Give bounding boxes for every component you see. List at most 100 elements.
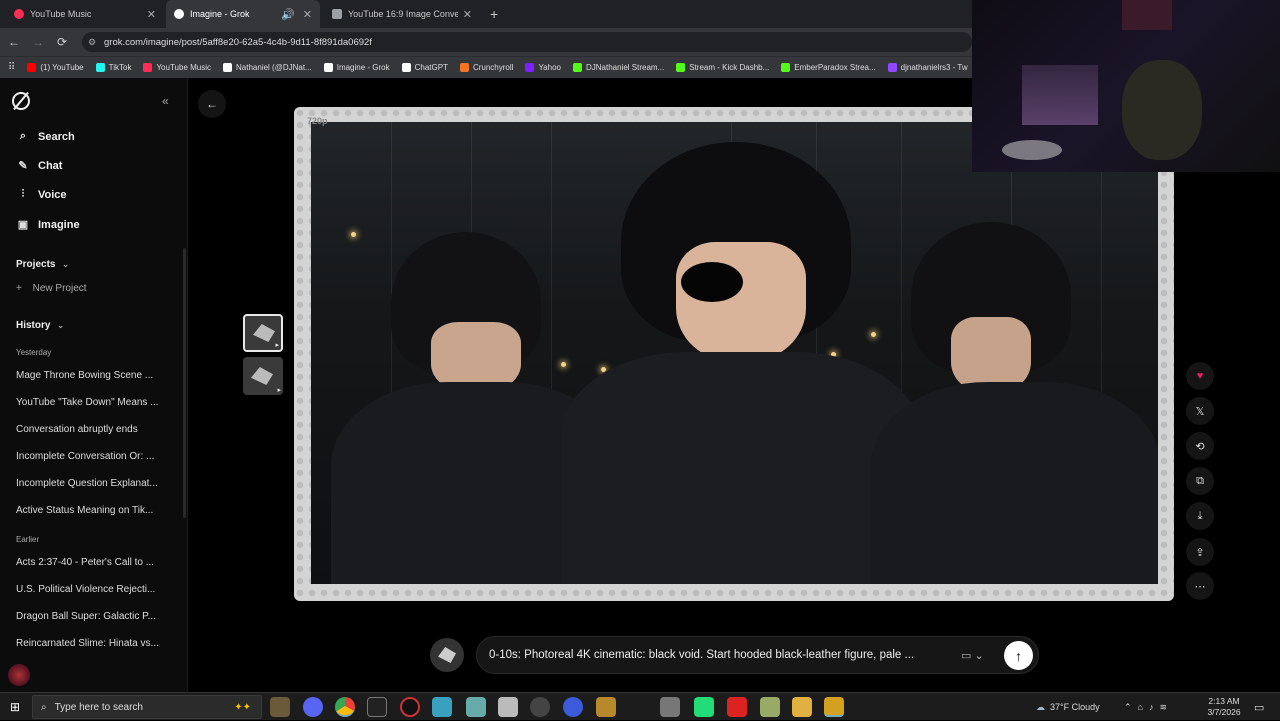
thumbnail[interactable]: ▸ xyxy=(243,357,283,395)
sidebar-item-chat[interactable]: ✎ Chat xyxy=(16,159,62,173)
bookmark-item[interactable]: YouTube Music xyxy=(143,63,211,72)
reload-icon[interactable]: ⟳ xyxy=(50,35,74,49)
amd-icon[interactable] xyxy=(727,697,747,717)
network-icon[interactable]: ⌂ xyxy=(1138,702,1149,712)
bookmark-item[interactable]: ChatGPT xyxy=(401,63,448,72)
like-icon[interactable]: ♥ xyxy=(1186,362,1214,390)
send-button[interactable]: ↑ xyxy=(1004,641,1033,670)
app-icon[interactable] xyxy=(466,697,486,717)
history-label: History xyxy=(16,320,51,331)
weather-widget[interactable]: ☁ 37°F Cloudy xyxy=(1036,693,1100,721)
back-arrow-icon[interactable]: ← xyxy=(198,90,226,118)
quality-badge: 720p xyxy=(307,116,328,126)
bookmark-item[interactable]: Crunchyroll xyxy=(459,63,513,72)
app-icon[interactable] xyxy=(432,697,452,717)
notification-icon[interactable]: ▭ xyxy=(1254,693,1264,721)
runescape-app-icon[interactable] xyxy=(270,697,290,717)
download-icon[interactable]: ⤓ xyxy=(1186,502,1214,530)
sidebar-item-imagine[interactable]: ▣ Imagine xyxy=(16,218,80,232)
history-item[interactable]: Incomplete Conversation Or: ... xyxy=(16,451,166,462)
history-item[interactable]: Reincarnated Slime: Hinata vs... xyxy=(16,638,166,649)
chevron-up-icon[interactable]: ⌃ xyxy=(1124,702,1138,713)
refresh-icon[interactable]: ⟲ xyxy=(1186,432,1214,460)
site-info-icon[interactable]: ⚙ xyxy=(88,37,96,48)
new-tab-button[interactable]: + xyxy=(482,0,502,28)
generated-image xyxy=(311,122,1158,584)
history-item[interactable]: U.S. Political Violence Rejecti... xyxy=(16,584,166,595)
collapse-sidebar-icon[interactable]: « xyxy=(162,94,169,108)
app-icon[interactable] xyxy=(824,697,844,717)
bookmark-label: YouTube Music xyxy=(156,63,212,72)
tab-youtube-music[interactable]: YouTube Music ✕ xyxy=(6,0,164,28)
app-icon[interactable] xyxy=(498,697,518,717)
obs-app-icon[interactable] xyxy=(400,697,420,717)
bookmark-item[interactable]: TikTok xyxy=(95,63,131,72)
x-app-icon[interactable] xyxy=(367,697,387,717)
close-icon[interactable]: ✕ xyxy=(147,8,156,21)
history-item[interactable]: YouTube "Take Down" Means ... xyxy=(16,397,166,408)
history-item[interactable]: Acts 2:37-40 - Peter's Call to ... xyxy=(16,557,166,568)
sidebar-item-voice[interactable]: ⫶ Voice xyxy=(16,188,67,201)
system-tray-icons[interactable]: ⌃ ⌂ ♪ ≋ xyxy=(1124,693,1173,721)
history-item[interactable]: Dragon Ball Super: Galactic P... xyxy=(16,611,166,622)
bookmark-item[interactable]: Nathaniel (@DJNat... xyxy=(223,63,312,72)
edit-image-icon[interactable]: ⧉ xyxy=(1186,467,1214,495)
bookmark-item[interactable]: (1) YouTube xyxy=(27,63,84,72)
projects-label: Projects xyxy=(16,259,56,270)
history-item[interactable]: Conversation abruptly ends xyxy=(16,424,166,435)
history-item[interactable]: Active Status Meaning on Tik... xyxy=(16,505,166,516)
video-mode-icon[interactable]: ▭ ⌄ xyxy=(961,649,984,662)
prompt-input[interactable]: 0-10s: Photoreal 4K cinematic: black voi… xyxy=(476,636,1039,674)
projects-header[interactable]: Projects ⌄ xyxy=(16,259,69,270)
discord-app-icon[interactable] xyxy=(303,697,323,717)
app-icon[interactable] xyxy=(760,697,780,717)
prompt-thumbnail[interactable] xyxy=(430,638,464,672)
bookmark-item[interactable]: Stream - Kick Dashb... xyxy=(676,63,769,72)
windows-start-icon[interactable]: ⊞ xyxy=(10,700,20,714)
bookmark-item[interactable]: Imagine - Grok xyxy=(323,63,390,72)
tab-youtube-conversion[interactable]: YouTube 16:9 Image Conversio ✕ xyxy=(324,0,480,28)
chrome-app-icon[interactable] xyxy=(335,697,355,717)
calculator-icon[interactable] xyxy=(694,697,714,717)
close-icon[interactable]: ✕ xyxy=(303,8,312,21)
app-icon[interactable] xyxy=(660,697,680,717)
bookmark-label: DJNathaniel Stream... xyxy=(585,63,665,72)
app-icon[interactable] xyxy=(563,697,583,717)
bookmark-item[interactable]: djnathanielrs3 - Tw xyxy=(887,63,968,72)
bookmark-label: ChatGPT xyxy=(414,63,448,72)
bookmark-item[interactable]: Yahoo xyxy=(525,63,561,72)
grok-logo-icon[interactable] xyxy=(12,91,30,111)
prompt-text: 0-10s: Photoreal 4K cinematic: black voi… xyxy=(489,649,915,661)
app-icon[interactable] xyxy=(596,697,616,717)
more-icon[interactable]: ⋯ xyxy=(1186,572,1214,600)
action-glyph: ♥ xyxy=(1196,370,1204,382)
avatar[interactable] xyxy=(8,664,30,686)
x-share-icon[interactable]: 𝕏 xyxy=(1186,397,1214,425)
clock[interactable]: 2:13 AM 3/7/2026 xyxy=(1202,693,1246,721)
settings-icon[interactable] xyxy=(530,697,550,717)
close-icon[interactable]: ✕ xyxy=(463,8,472,21)
tab-imagine-grok[interactable]: Imagine - Grok 🔊 ✕ xyxy=(166,0,320,28)
sidebar-scrollbar[interactable] xyxy=(183,248,186,518)
sidebar-item-search[interactable]: ⌕ Search xyxy=(16,130,75,143)
file-explorer-icon[interactable] xyxy=(792,697,812,717)
wifi-icon[interactable]: ≋ xyxy=(1159,702,1173,713)
history-item[interactable]: Mage Throne Bowing Scene ... xyxy=(16,370,166,381)
new-project-button[interactable]: + New Project xyxy=(16,283,87,294)
taskbar-search[interactable]: ⌕ Type here to search ✦✦ xyxy=(32,695,262,719)
bookmark-item[interactable]: EmberParadox Strea... xyxy=(781,63,876,72)
date-text: 3/7/2026 xyxy=(1207,707,1241,717)
history-item[interactable]: Incomplete Question Explanat... xyxy=(16,478,166,489)
bookmark-item[interactable]: DJNathaniel Stream... xyxy=(572,63,665,72)
apps-grid-icon[interactable]: ⠿ xyxy=(8,62,15,73)
forward-icon[interactable]: → xyxy=(26,35,50,49)
url-field[interactable]: ⚙ grok.com/imagine/post/5aff8e20-62a5-4c… xyxy=(82,32,972,52)
back-icon[interactable]: ← xyxy=(2,35,26,49)
bookmark-favicon-icon xyxy=(143,63,153,72)
speaker-icon[interactable]: 🔊 xyxy=(281,8,295,21)
history-header[interactable]: History ⌄ xyxy=(16,320,64,331)
figure-right-face xyxy=(951,317,1031,392)
share-icon[interactable]: ⇪ xyxy=(1186,538,1214,566)
thumbnail-selected[interactable]: ▸ xyxy=(243,314,283,352)
volume-icon[interactable]: ♪ xyxy=(1149,702,1160,712)
